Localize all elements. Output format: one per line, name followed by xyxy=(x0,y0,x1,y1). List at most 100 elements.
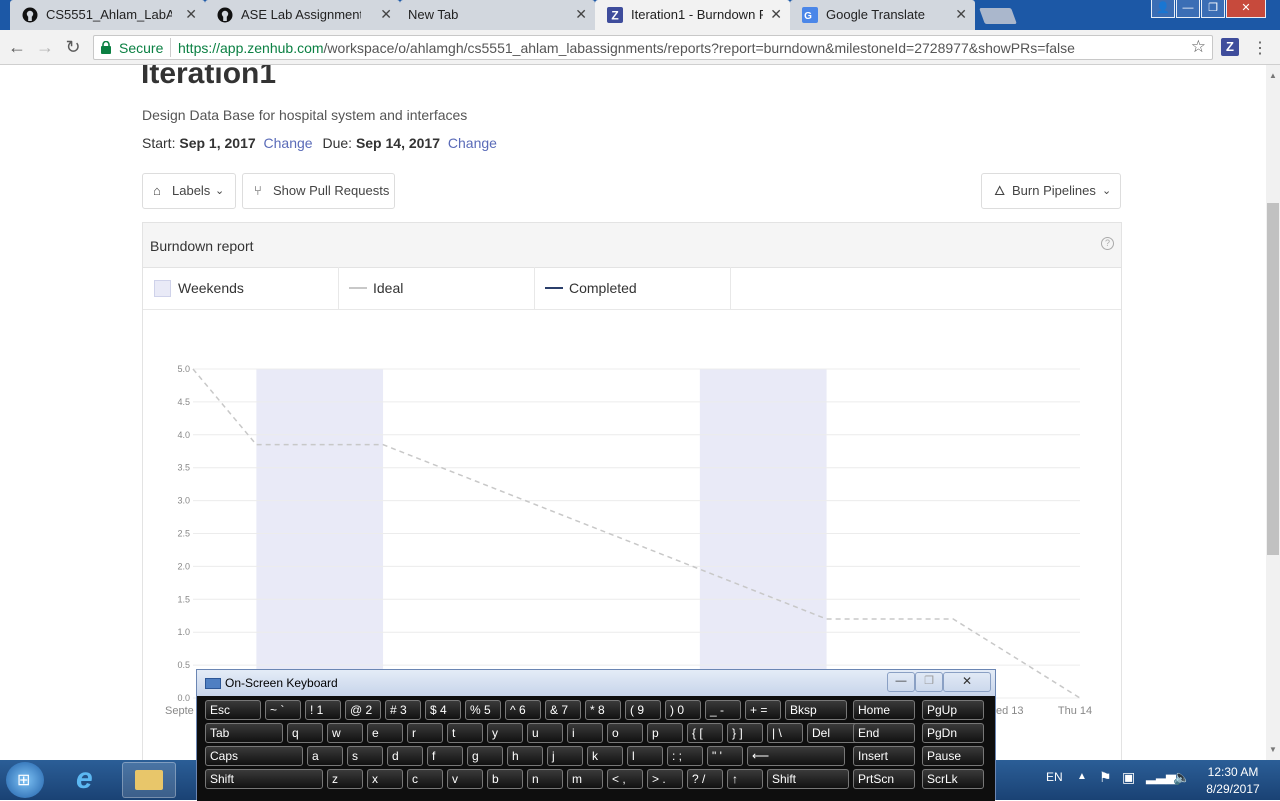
internet-explorer-button[interactable]: e xyxy=(66,762,114,798)
osk-key[interactable]: $ 4 xyxy=(425,700,461,720)
start-button[interactable]: ⊞ xyxy=(6,762,44,798)
osk-titlebar[interactable]: On-Screen Keyboard — ❐ ✕ xyxy=(197,670,995,696)
close-icon[interactable]: ✕ xyxy=(955,6,967,23)
osk-key[interactable]: t xyxy=(447,723,483,743)
osk-key[interactable]: Shift xyxy=(767,769,849,789)
menu-icon[interactable]: ⋮ xyxy=(1252,38,1268,58)
osk-key[interactable]: z xyxy=(327,769,363,789)
osk-key[interactable]: : ; xyxy=(667,746,703,766)
scrollbar-thumb[interactable] xyxy=(1267,203,1279,555)
osk-key[interactable]: g xyxy=(467,746,503,766)
osk-minimize-button[interactable]: — xyxy=(887,672,915,692)
osk-key[interactable]: u xyxy=(527,723,563,743)
osk-key[interactable]: p xyxy=(647,723,683,743)
tab-new-tab[interactable]: New Tab ✕ xyxy=(400,0,595,30)
volume-icon[interactable]: 🔈 xyxy=(1173,769,1190,786)
osk-key[interactable]: " ' xyxy=(707,746,743,766)
osk-maximize-button[interactable]: ❐ xyxy=(915,672,943,692)
forward-arrow-icon[interactable]: → xyxy=(34,36,56,58)
zenhub-extension-icon[interactable]: Z xyxy=(1221,38,1239,56)
back-arrow-icon[interactable]: ← xyxy=(6,36,28,58)
osk-key[interactable]: PgUp xyxy=(922,700,984,720)
maximize-button[interactable]: ❐ xyxy=(1201,0,1225,18)
network-signal-icon[interactable]: ▂▃▅ xyxy=(1146,769,1176,785)
show-hidden-icons-icon[interactable]: ▲ xyxy=(1077,771,1087,782)
osk-key[interactable]: } ] xyxy=(727,723,763,743)
osk-key[interactable]: ! 1 xyxy=(305,700,341,720)
close-icon[interactable]: ✕ xyxy=(380,6,392,23)
osk-key[interactable]: Pause xyxy=(922,746,984,766)
osk-key[interactable]: r xyxy=(407,723,443,743)
osk-key[interactable]: End xyxy=(853,723,915,743)
osk-key[interactable]: % 5 xyxy=(465,700,501,720)
osk-key[interactable]: # 3 xyxy=(385,700,421,720)
osk-key[interactable]: y xyxy=(487,723,523,743)
action-center-flag-icon[interactable]: ⚑ xyxy=(1099,769,1112,786)
osk-key[interactable]: w xyxy=(327,723,363,743)
osk-key[interactable]: Shift xyxy=(205,769,323,789)
osk-close-button[interactable]: ✕ xyxy=(943,672,991,692)
close-icon[interactable]: ✕ xyxy=(575,6,587,23)
device-icon[interactable]: ▣ xyxy=(1122,769,1135,786)
osk-key[interactable]: & 7 xyxy=(545,700,581,720)
tab-iteration1-burndown[interactable]: Z Iteration1 - Burndown Re ✕ xyxy=(595,0,790,30)
osk-key[interactable]: f xyxy=(427,746,463,766)
osk-key[interactable]: k xyxy=(587,746,623,766)
osk-key[interactable]: ^ 6 xyxy=(505,700,541,720)
clock-time[interactable]: 12:30 AM xyxy=(1203,765,1263,779)
address-bar[interactable]: Secure https://app.zenhub.com/workspace/… xyxy=(93,35,1213,60)
osk-key[interactable]: ⟵ xyxy=(747,746,845,766)
osk-key[interactable]: | \ xyxy=(767,723,803,743)
osk-key[interactable]: Esc xyxy=(205,700,261,720)
osk-key[interactable]: h xyxy=(507,746,543,766)
clock-date[interactable]: 8/29/2017 xyxy=(1203,782,1263,796)
osk-key[interactable]: > . xyxy=(647,769,683,789)
osk-key[interactable]: c xyxy=(407,769,443,789)
osk-key[interactable]: x xyxy=(367,769,403,789)
scroll-down-arrow-icon[interactable]: ▼ xyxy=(1269,745,1277,754)
osk-key[interactable]: j xyxy=(547,746,583,766)
osk-key[interactable]: * 8 xyxy=(585,700,621,720)
osk-key[interactable]: + = xyxy=(745,700,781,720)
osk-key[interactable]: PgDn xyxy=(922,723,984,743)
scroll-up-arrow-icon[interactable]: ▲ xyxy=(1269,71,1277,80)
window-close-button[interactable]: ✕ xyxy=(1226,0,1266,18)
close-icon[interactable]: ✕ xyxy=(770,6,782,23)
language-indicator[interactable]: EN xyxy=(1046,770,1063,784)
osk-key[interactable]: PrtScn xyxy=(853,769,915,789)
close-icon[interactable]: ✕ xyxy=(185,6,197,23)
osk-key[interactable]: v xyxy=(447,769,483,789)
osk-key[interactable]: m xyxy=(567,769,603,789)
osk-key[interactable]: ~ ` xyxy=(265,700,301,720)
osk-key[interactable]: < , xyxy=(607,769,643,789)
osk-key[interactable]: i xyxy=(567,723,603,743)
osk-key[interactable]: d xyxy=(387,746,423,766)
osk-key[interactable]: Home xyxy=(853,700,915,720)
tab-google-translate[interactable]: G Google Translate ✕ xyxy=(790,0,975,30)
tab-ase-lab-assignment[interactable]: ASE Lab Assignment 1 · c ✕ xyxy=(205,0,400,30)
osk-key[interactable]: n xyxy=(527,769,563,789)
reload-icon[interactable]: ↻ xyxy=(62,36,84,58)
bookmark-star-icon[interactable]: ☆ xyxy=(1191,37,1206,57)
osk-key[interactable]: Insert xyxy=(853,746,915,766)
osk-key[interactable]: ↑ xyxy=(727,769,763,789)
new-tab-button[interactable] xyxy=(979,8,1017,24)
osk-key[interactable]: ( 9 xyxy=(625,700,661,720)
osk-key[interactable]: @ 2 xyxy=(345,700,381,720)
profile-button[interactable]: 👤 xyxy=(1151,0,1175,18)
osk-key[interactable]: e xyxy=(367,723,403,743)
osk-key[interactable]: ScrLk xyxy=(922,769,984,789)
osk-key[interactable]: s xyxy=(347,746,383,766)
osk-key[interactable]: l xyxy=(627,746,663,766)
osk-key[interactable]: Caps xyxy=(205,746,303,766)
osk-key[interactable]: a xyxy=(307,746,343,766)
url-text[interactable]: https://app.zenhub.com/workspace/o/ahlam… xyxy=(178,40,1075,56)
tab-cs5551-labassig[interactable]: CS5551_Ahlam_LabAssig ✕ xyxy=(10,0,205,30)
osk-key[interactable]: Tab xyxy=(205,723,283,743)
osk-key[interactable]: b xyxy=(487,769,523,789)
osk-key[interactable]: q xyxy=(287,723,323,743)
minimize-button[interactable]: — xyxy=(1176,0,1200,18)
osk-key[interactable]: ? / xyxy=(687,769,723,789)
file-explorer-button[interactable] xyxy=(122,762,176,798)
osk-key[interactable]: _ - xyxy=(705,700,741,720)
